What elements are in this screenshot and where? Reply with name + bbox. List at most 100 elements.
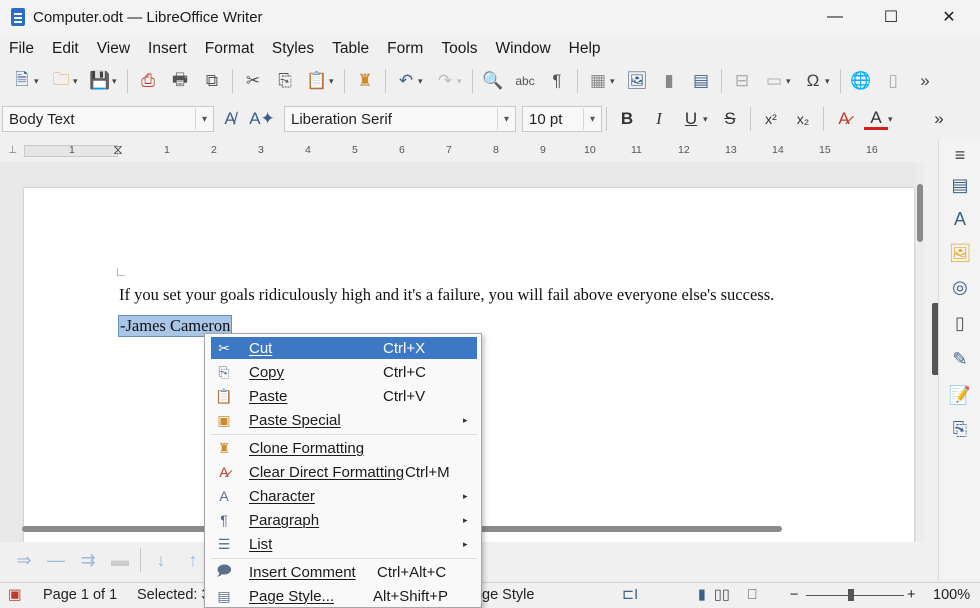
field-dropdown-icon[interactable]: ▾ [786,76,794,87]
redo-dropdown-icon[interactable]: ▾ [457,76,465,87]
more-options-icon[interactable]: » [914,70,936,92]
undo-icon[interactable]: ↶ [395,70,417,92]
menu-tools[interactable]: Tools [432,40,486,58]
menu-file[interactable]: File [0,40,43,58]
chevron-down-icon[interactable]: ▾ [583,108,601,130]
new-style-icon[interactable]: A✦ [249,107,275,131]
menu-form[interactable]: Form [378,40,432,58]
clone-formatting-icon[interactable]: ♜ [354,70,376,92]
hyperlink-icon[interactable]: 🌐 [850,70,872,92]
menu-window[interactable]: Window [487,40,560,58]
open-dropdown-icon[interactable]: ▾ [73,76,81,87]
menu-edit[interactable]: Edit [43,40,88,58]
find-replace-icon[interactable]: 🔍 [482,70,504,92]
update-style-icon[interactable]: A̸ [218,107,242,131]
properties-icon[interactable]: ▤ [949,174,971,196]
underline-icon[interactable]: U [679,107,703,131]
strikethrough-icon[interactable]: S [718,107,742,131]
underline-dropdown-icon[interactable]: ▾ [703,114,711,125]
close-button[interactable]: ✕ [920,0,978,34]
chevron-down-icon[interactable]: ▾ [497,108,515,130]
print-icon[interactable]: 🖶 [169,70,191,92]
save-icon[interactable]: 💾 [89,70,111,92]
text-cursor-icon[interactable]: ⊏I [622,587,638,603]
chevron-down-icon[interactable]: ▾ [195,108,213,130]
sidebar-menu-icon[interactable]: ≡ [949,144,971,166]
manage-changes-icon[interactable]: 📝 [949,384,971,406]
page-count[interactable]: Page 1 of 1 [43,587,117,603]
open-folder-icon[interactable]: 🗀 [50,70,72,92]
indent-marker-icon[interactable]: ⧖ [113,141,123,158]
spelling-icon[interactable]: abc [514,70,536,92]
new-dropdown-icon[interactable]: ▾ [34,76,42,87]
style-inspector-icon[interactable]: ✎ [949,348,971,370]
quote-text[interactable]: If you set your goals ridiculously high … [119,285,774,305]
insert-table-icon[interactable]: ▦ [587,70,609,92]
redo-icon[interactable]: ↷ [434,70,456,92]
zoom-out-icon[interactable]: − [790,587,798,603]
insert-textbox-icon[interactable]: ▤ [690,70,712,92]
menu-item-list[interactable]: ☰ List ▸ [211,533,477,555]
promote-arrow-icon[interactable]: ⇉ [77,549,99,571]
menu-styles[interactable]: Styles [263,40,323,58]
menu-item-paragraph[interactable]: ¶ Paragraph ▸ [211,509,477,531]
export-pdf-icon[interactable]: ⎙ [137,70,159,92]
menu-item-cut[interactable]: ✂ Cut Ctrl+X [211,337,477,359]
multi-page-view-icon[interactable]: ▯▯ [714,587,730,603]
insert-chart-icon[interactable]: ▮ [658,70,680,92]
menu-view[interactable]: View [88,40,139,58]
menu-item-clear-direct-formatting[interactable]: A̷ Clear Direct Formatting Ctrl+M [211,461,477,483]
insert-image-icon[interactable]: 🖼 [626,70,648,92]
insert-page-break-icon[interactable]: ⊟ [731,70,753,92]
footnote-icon[interactable]: ▯ [882,70,904,92]
italic-icon[interactable]: I [647,107,671,131]
new-document-icon[interactable]: 🗎 [11,70,33,92]
maximize-button[interactable]: ☐ [862,0,920,34]
menu-item-paste-special[interactable]: ▣ Paste Special ▸ [211,409,477,431]
book-view-icon[interactable]: ⎕ [748,587,757,603]
table-dropdown-icon[interactable]: ▾ [610,76,618,87]
menu-item-character[interactable]: A Character ▸ [211,485,477,507]
menu-format[interactable]: Format [196,40,263,58]
font-size-combo[interactable]: 10 pt ▾ [522,106,602,132]
single-page-view-icon[interactable]: ▮ [698,587,706,603]
menu-insert[interactable]: Insert [139,40,196,58]
zoom-slider-knob[interactable] [848,589,854,601]
paragraph-style-combo[interactable]: Body Text ▾ [2,106,214,132]
special-character-icon[interactable]: Ω [802,70,824,92]
paste-icon[interactable]: 📋 [306,70,328,92]
zoom-slider-track[interactable] [806,595,904,596]
save-dropdown-icon[interactable]: ▾ [112,76,120,87]
menu-item-page-style[interactable]: ▤ Page Style... Alt+Shift+P [211,585,477,607]
zoom-percentage[interactable]: 100% [933,587,970,603]
navigator-icon[interactable]: ◎ [949,276,971,298]
page-style-label[interactable]: ge Style [482,587,534,603]
menu-table[interactable]: Table [323,40,378,58]
print-preview-icon[interactable]: ⧉ [201,70,223,92]
page-icon[interactable]: ▯ [949,312,971,334]
vertical-scrollbar-thumb[interactable] [917,184,923,242]
menu-item-copy[interactable]: ⎘ Copy Ctrl+C [211,361,477,383]
menu-item-clone-formatting[interactable]: ♜ Clone Formatting [211,437,477,459]
dash-icon[interactable]: — [45,549,67,571]
vertical-scrollbar[interactable] [916,162,924,542]
zoom-in-icon[interactable]: + [907,587,915,603]
copy-icon[interactable]: ⎘ [274,70,296,92]
font-name-combo[interactable]: Liberation Serif ▾ [284,106,516,132]
undo-dropdown-icon[interactable]: ▾ [418,76,426,87]
move-down-icon[interactable]: ↓ [150,549,172,571]
font-color-dropdown-icon[interactable]: ▾ [888,114,896,125]
subscript-icon[interactable]: x₂ [791,107,815,131]
minimize-button[interactable]: — [806,0,864,34]
menu-item-paste[interactable]: 📋 Paste Ctrl+V [211,385,477,407]
menu-item-insert-comment[interactable]: 🗩 Insert Comment Ctrl+Alt+C [211,561,477,583]
more-formatting-icon[interactable]: » [927,107,951,131]
insert-field-icon[interactable]: ▭ [763,70,785,92]
list-placeholder-icon[interactable]: ▬ [109,549,131,571]
cut-icon[interactable]: ✂ [242,70,264,92]
superscript-icon[interactable]: x² [759,107,783,131]
demote-arrow-icon[interactable]: ⇒ [13,549,35,571]
clear-formatting-icon[interactable]: A̷ [832,107,856,131]
design-icon[interactable]: ⎘ [949,418,971,440]
gallery-icon[interactable]: 🖼 [949,242,972,264]
